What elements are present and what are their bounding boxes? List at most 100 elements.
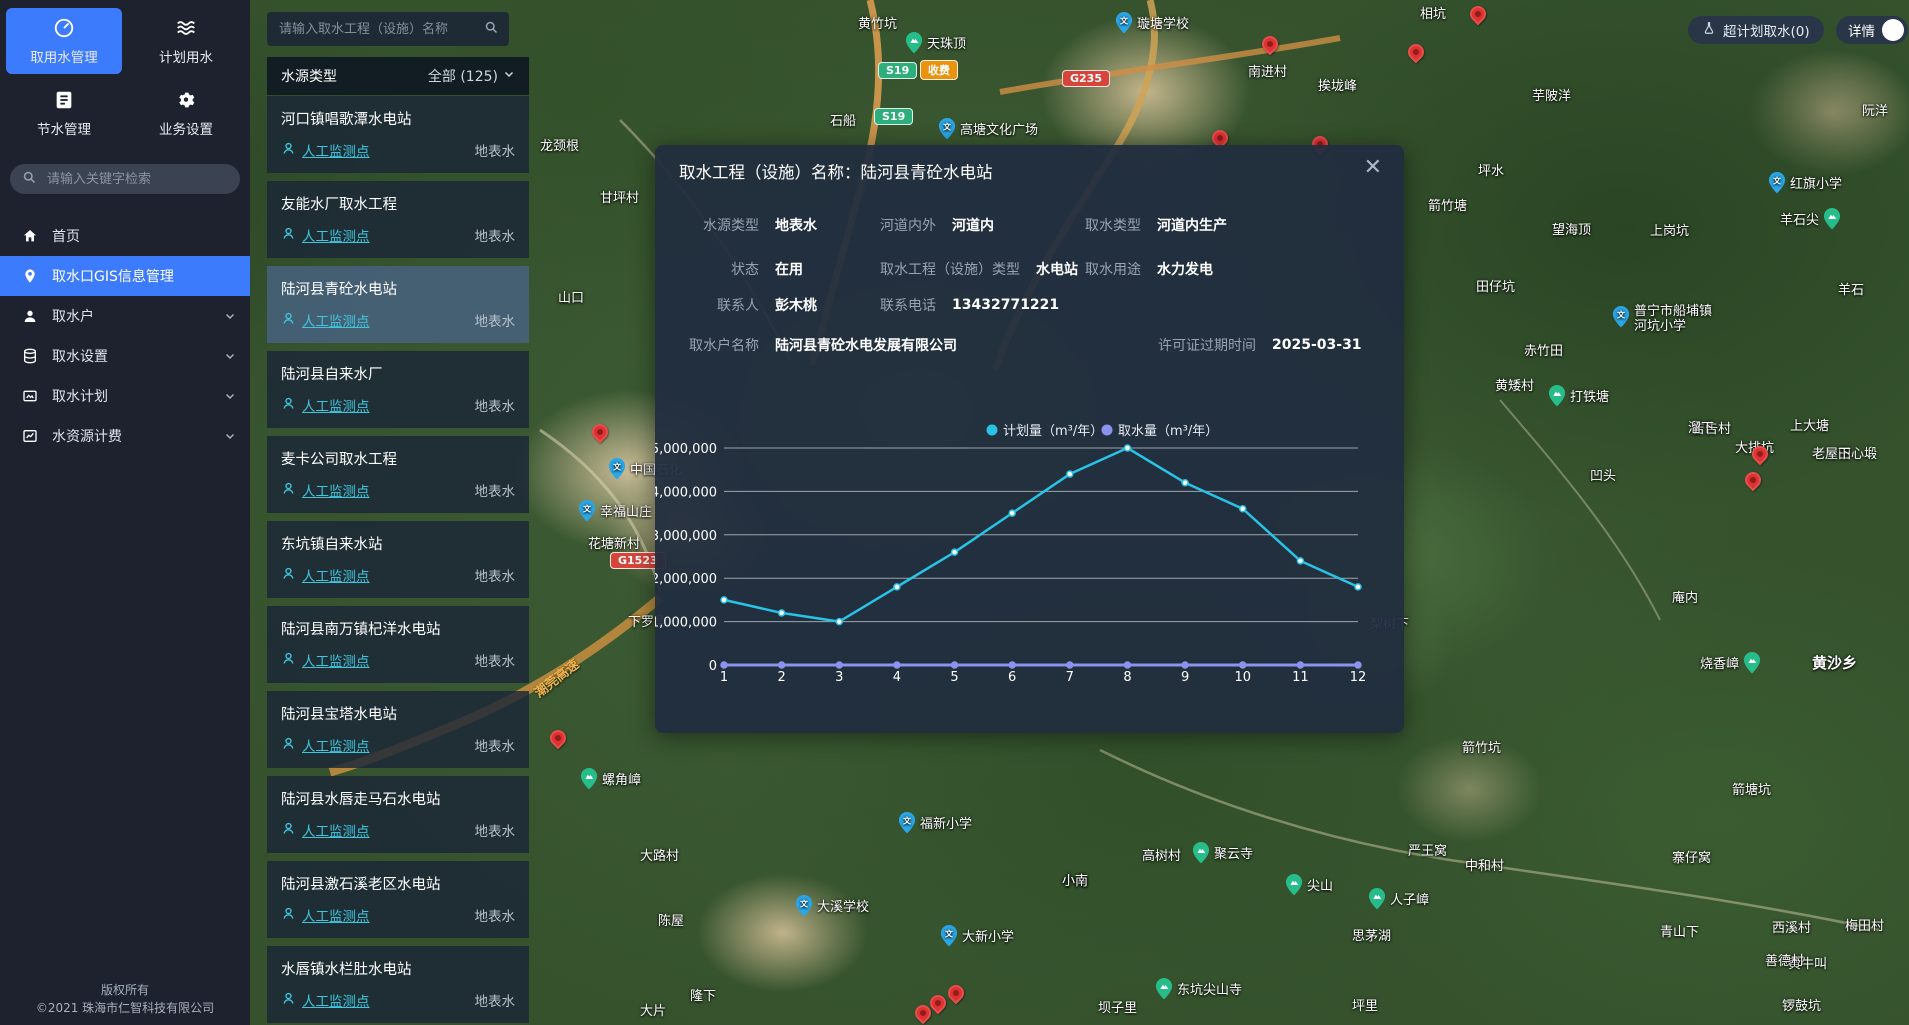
station-search-input[interactable] — [277, 21, 478, 38]
sidebar-item-label: 取水户 — [52, 306, 94, 326]
person-small-icon — [281, 906, 296, 925]
map-label-text: 打铁塘 — [1570, 391, 1609, 406]
monitor-type: 人工监测点 — [281, 480, 370, 500]
svg-text:6: 6 — [1008, 670, 1016, 685]
search-icon — [22, 170, 37, 189]
module-tile-业务设置[interactable]: 业务设置 — [128, 80, 244, 146]
station-list-item[interactable]: 麦卡公司取水工程人工监测点地表水 — [267, 436, 529, 513]
map-label: 思茅湖 — [1352, 930, 1391, 945]
map-label: 文幸福山庄 — [578, 500, 652, 527]
station-search[interactable] — [267, 12, 509, 46]
map-label-text: 梅田村 — [1845, 920, 1884, 935]
road-badge: S19 — [878, 62, 917, 79]
svg-text:文: 文 — [1773, 175, 1782, 185]
overplan-badge[interactable]: 超计划取水(0) — [1688, 16, 1824, 44]
map-label: 箭竹塘 — [1428, 200, 1467, 215]
map-label: 黄沙乡 — [1812, 655, 1857, 672]
map-label-text: 石船 — [830, 115, 856, 130]
station-detail-modal: 取水工程（设施）名称：陆河县青砼水电站 ✕ 水源类型地表水河道内外河道内取水类型… — [655, 145, 1404, 733]
station-list-item[interactable]: 陆河县南万镇杞洋水电站人工监测点地表水 — [267, 606, 529, 683]
filter-value: 全部 (125) — [428, 66, 498, 86]
map-label: 山口 — [558, 292, 584, 307]
station-list-item[interactable]: 水唇镇水栏肚水电站人工监测点地表水 — [267, 946, 529, 1023]
gear-icon — [175, 89, 197, 111]
field-value: 水电站 — [1036, 259, 1078, 279]
legend-item[interactable]: 计划量（m³/年） — [987, 424, 1104, 439]
mountain-icon — [1155, 978, 1173, 1005]
water-source-filter[interactable]: 水源类型 全部 (125) — [267, 57, 529, 95]
map-label-text: 红旗小学 — [1790, 178, 1842, 193]
map-label: 螺角嶂 — [580, 768, 641, 795]
sidebar-search-input[interactable] — [45, 171, 228, 188]
station-list-item[interactable]: 陆河县激石溪老区水电站人工监测点地表水 — [267, 861, 529, 938]
module-label: 计划用水 — [159, 46, 213, 66]
school-icon: 文 — [940, 925, 958, 952]
sidebar-item-取水户[interactable]: 取水户 — [0, 296, 250, 336]
map-label-text: 中和村 — [1465, 860, 1504, 875]
svg-text:2: 2 — [777, 670, 785, 685]
map-label-text: 黄沙乡 — [1812, 655, 1857, 672]
sidebar-item-首页[interactable]: 首页 — [0, 216, 250, 256]
chart-icon — [22, 428, 38, 444]
station-list-item[interactable]: 河口镇唱歌潭水电站人工监测点地表水 — [267, 96, 529, 173]
map-label-text: 寨仔窝 — [1672, 852, 1711, 867]
map-label: 溜下 — [1688, 422, 1714, 437]
plan-vs-intake-chart: 01,000,0002,000,0003,000,0004,000,0005,0… — [655, 413, 1404, 713]
station-list-item[interactable]: 东坑镇自来水站人工监测点地表水 — [267, 521, 529, 598]
field-label: 许可证过期时间 — [1158, 335, 1256, 355]
school-icon: 文 — [938, 118, 956, 145]
field-value: 13432771221 — [952, 297, 1059, 313]
svg-text:取水量（m³/年）: 取水量（m³/年） — [1118, 424, 1218, 439]
map-label: 梅田村 — [1845, 920, 1884, 935]
module-switcher: 取用水管理计划用水节水管理业务设置 — [0, 0, 250, 146]
school-icon: 文 — [1612, 306, 1630, 333]
map-label: 箭塘坑 — [1732, 784, 1771, 799]
map-label-text: 挨垅峰 — [1318, 80, 1357, 95]
module-tile-计划用水[interactable]: 计划用水 — [128, 8, 244, 74]
map-label: 打铁塘 — [1548, 385, 1609, 412]
sidebar-item-label: 水资源计费 — [52, 426, 122, 446]
svg-text:文: 文 — [583, 503, 592, 513]
station-list-item[interactable]: 陆河县青砼水电站人工监测点地表水 — [267, 266, 529, 343]
map-label: 文璇塘学校 — [1115, 12, 1189, 39]
field-value: 地表水 — [775, 215, 817, 235]
school-icon: 文 — [1115, 12, 1133, 39]
sidebar-item-取水计划[interactable]: 取水计划 — [0, 376, 250, 416]
map-label: 聚云寺 — [1192, 842, 1253, 869]
toggle-knob[interactable] — [1882, 19, 1904, 41]
map-label-text: 大路村 — [640, 850, 679, 865]
module-tile-取用水管理[interactable]: 取用水管理 — [6, 8, 122, 74]
road-badge: G235 — [1062, 70, 1110, 87]
svg-text:5,000,000: 5,000,000 — [655, 442, 717, 457]
module-tile-节水管理[interactable]: 节水管理 — [6, 80, 122, 146]
water-source-type: 地表水 — [475, 140, 516, 160]
monitor-type: 人工监测点 — [281, 395, 370, 415]
map-label-text: 阮洋 — [1862, 105, 1888, 120]
person-small-icon — [281, 226, 296, 245]
station-list-item[interactable]: 友能水厂取水工程人工监测点地表水 — [267, 181, 529, 258]
person-small-icon — [281, 991, 296, 1010]
svg-text:1: 1 — [720, 670, 728, 685]
sidebar-item-取水口GIS信息管理[interactable]: 取水口GIS信息管理 — [0, 256, 250, 296]
module-label: 业务设置 — [159, 118, 213, 138]
close-icon[interactable]: ✕ — [1364, 157, 1382, 179]
sidebar-item-水资源计费[interactable]: 水资源计费 — [0, 416, 250, 456]
sidebar-item-label: 取水计划 — [52, 386, 108, 406]
monitor-type: 人工监测点 — [281, 140, 370, 160]
mountain-icon — [1192, 842, 1210, 869]
map-label: 文普宁市船埔镇 河坑小学 — [1612, 305, 1712, 335]
person-small-icon — [281, 651, 296, 670]
map-label-text: 思茅湖 — [1352, 930, 1391, 945]
station-list-item[interactable]: 陆河县自来水厂人工监测点地表水 — [267, 351, 529, 428]
map-label-text: 溜下 — [1688, 422, 1714, 437]
sidebar-search[interactable] — [10, 164, 240, 194]
chevron-down-icon — [503, 68, 515, 84]
map-label: 隆下 — [690, 990, 716, 1005]
map-label: 相坑 — [1420, 8, 1446, 23]
station-list-item[interactable]: 陆河县宝塔水电站人工监测点地表水 — [267, 691, 529, 768]
station-name: 友能水厂取水工程 — [281, 193, 515, 214]
legend-item[interactable]: 取水量（m³/年） — [1102, 424, 1219, 439]
sidebar-item-取水设置[interactable]: 取水设置 — [0, 336, 250, 376]
station-list-item[interactable]: 陆河县水唇走马石水电站人工监测点地表水 — [267, 776, 529, 853]
detail-toggle[interactable]: 详情 — [1836, 16, 1908, 44]
